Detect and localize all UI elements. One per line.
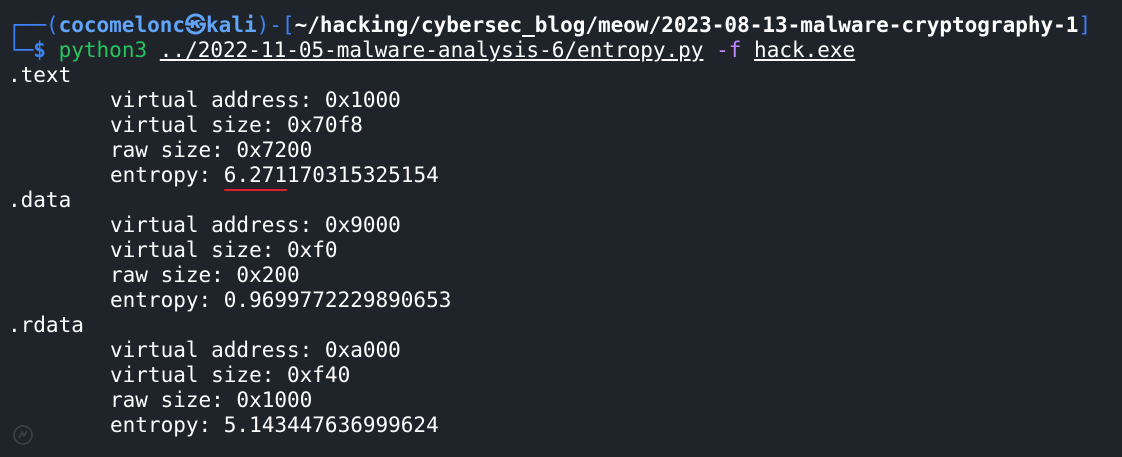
- prompt-at-symbol: ㉿: [185, 13, 207, 37]
- prompt-sep-close: ]: [1078, 13, 1092, 37]
- section-entropy: entropy: 5.143447636999624: [110, 413, 439, 437]
- section-raw-size: raw size: 0x1000: [110, 388, 313, 412]
- entropy-highlighted-value: 6.271: [223, 163, 288, 187]
- section-name: .data: [8, 188, 72, 212]
- prompt-tree-bottom: └─: [8, 38, 34, 62]
- section-virtual-size: virtual size: 0xf40: [110, 363, 351, 387]
- section-virtual-address: virtual address: 0x1000: [110, 88, 401, 112]
- section-raw-size: raw size: 0x7200: [110, 138, 313, 162]
- section-name: .rdata: [8, 313, 84, 337]
- prompt-dollar: $: [33, 38, 46, 62]
- terminal-window[interactable]: ┌──(cocomelonc㉿kali)-[~/hacking/cybersec…: [0, 0, 1122, 457]
- section-virtual-size: virtual size: 0x70f8: [110, 113, 363, 137]
- section-virtual-address: virtual address: 0x9000: [110, 213, 401, 237]
- prompt-sep-open: -[: [269, 13, 295, 37]
- prompt-tree-top: ┌──: [8, 13, 46, 37]
- prompt-host: kali: [206, 13, 257, 37]
- section-raw-size: raw size: 0x200: [110, 263, 300, 287]
- entropy-label: entropy:: [110, 163, 224, 187]
- prompt-paren-open: (: [45, 13, 59, 37]
- section-entropy: entropy: 0.9699772229890653: [110, 288, 452, 312]
- section-entropy: entropy: 6.271170315325154: [0, 163, 1122, 188]
- command-name: python3: [58, 38, 148, 62]
- command-flag: -f: [716, 38, 742, 62]
- section-name: .text: [8, 63, 72, 87]
- prompt-path: ~/hacking/cybersec_blog/meow/2023-08-13-…: [294, 13, 1079, 37]
- section-virtual-address: virtual address: 0xa000: [110, 338, 401, 362]
- entropy-value-rest: 170315325154: [287, 163, 439, 187]
- command-script-arg: ../2022-11-05-malware-analysis-6/entropy…: [159, 38, 704, 62]
- prompt-paren-close: ): [256, 13, 270, 37]
- prompt-user: cocomelonc: [58, 13, 186, 37]
- command-file-arg: hack.exe: [754, 38, 856, 62]
- section-virtual-size: virtual size: 0xf0: [110, 238, 338, 262]
- watermark-icon: [13, 425, 33, 445]
- prompt-line: ┌──(cocomelonc㉿kali)-[~/hacking/cybersec…: [0, 13, 1122, 38]
- command-line[interactable]: └─$ python3 ../2022-11-05-malware-analys…: [0, 38, 1122, 63]
